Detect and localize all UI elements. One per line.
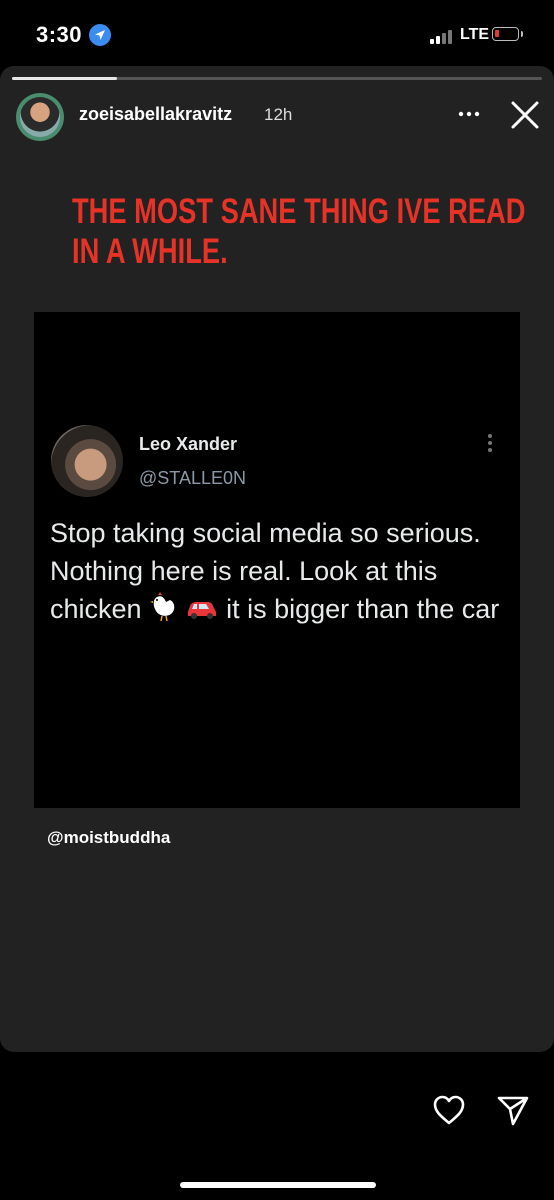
network-label: LTE (460, 26, 490, 43)
tweet-screenshot: Leo Xander @STALLE0N Stop taking social … (34, 312, 520, 808)
home-indicator[interactable] (180, 1182, 376, 1188)
location-arrow-icon (89, 24, 111, 46)
story-progress-bar (12, 77, 542, 80)
avatar[interactable] (16, 93, 64, 141)
tweet-author-handle: @STALLE0N (139, 468, 246, 488)
avatar-image (20, 97, 60, 137)
car-emoji-icon (185, 592, 219, 630)
signal-icon (430, 29, 456, 44)
chicken-emoji-icon (149, 591, 177, 631)
story-progress-fill (12, 77, 117, 80)
more-options-icon[interactable] (455, 104, 483, 124)
close-icon[interactable] (508, 98, 542, 132)
tweet-author-name: Leo Xander (139, 434, 238, 454)
story-headline: THE MOST SANE THING IVE READ IN A WHILE. (72, 192, 526, 271)
status-bar: 3:30 LTE (0, 0, 554, 66)
tweet-text-part-2: it is bigger than the car (226, 594, 500, 624)
battery-icon (492, 27, 523, 41)
story-card[interactable]: zoeisabellakravitz 12h THE MOST SANE THI… (0, 66, 554, 1052)
story-username[interactable]: zoeisabellakravitz (79, 104, 232, 125)
status-time: 3:30 (36, 22, 83, 47)
story-mention[interactable]: @moistbuddha (47, 828, 170, 848)
tweet-more-icon (487, 434, 493, 456)
tweet-text: Stop taking social media so serious. Not… (50, 514, 510, 631)
story-age: 12h (264, 105, 293, 124)
send-icon[interactable] (495, 1092, 531, 1128)
heart-icon[interactable] (432, 1094, 466, 1126)
tweet-avatar (51, 425, 123, 497)
